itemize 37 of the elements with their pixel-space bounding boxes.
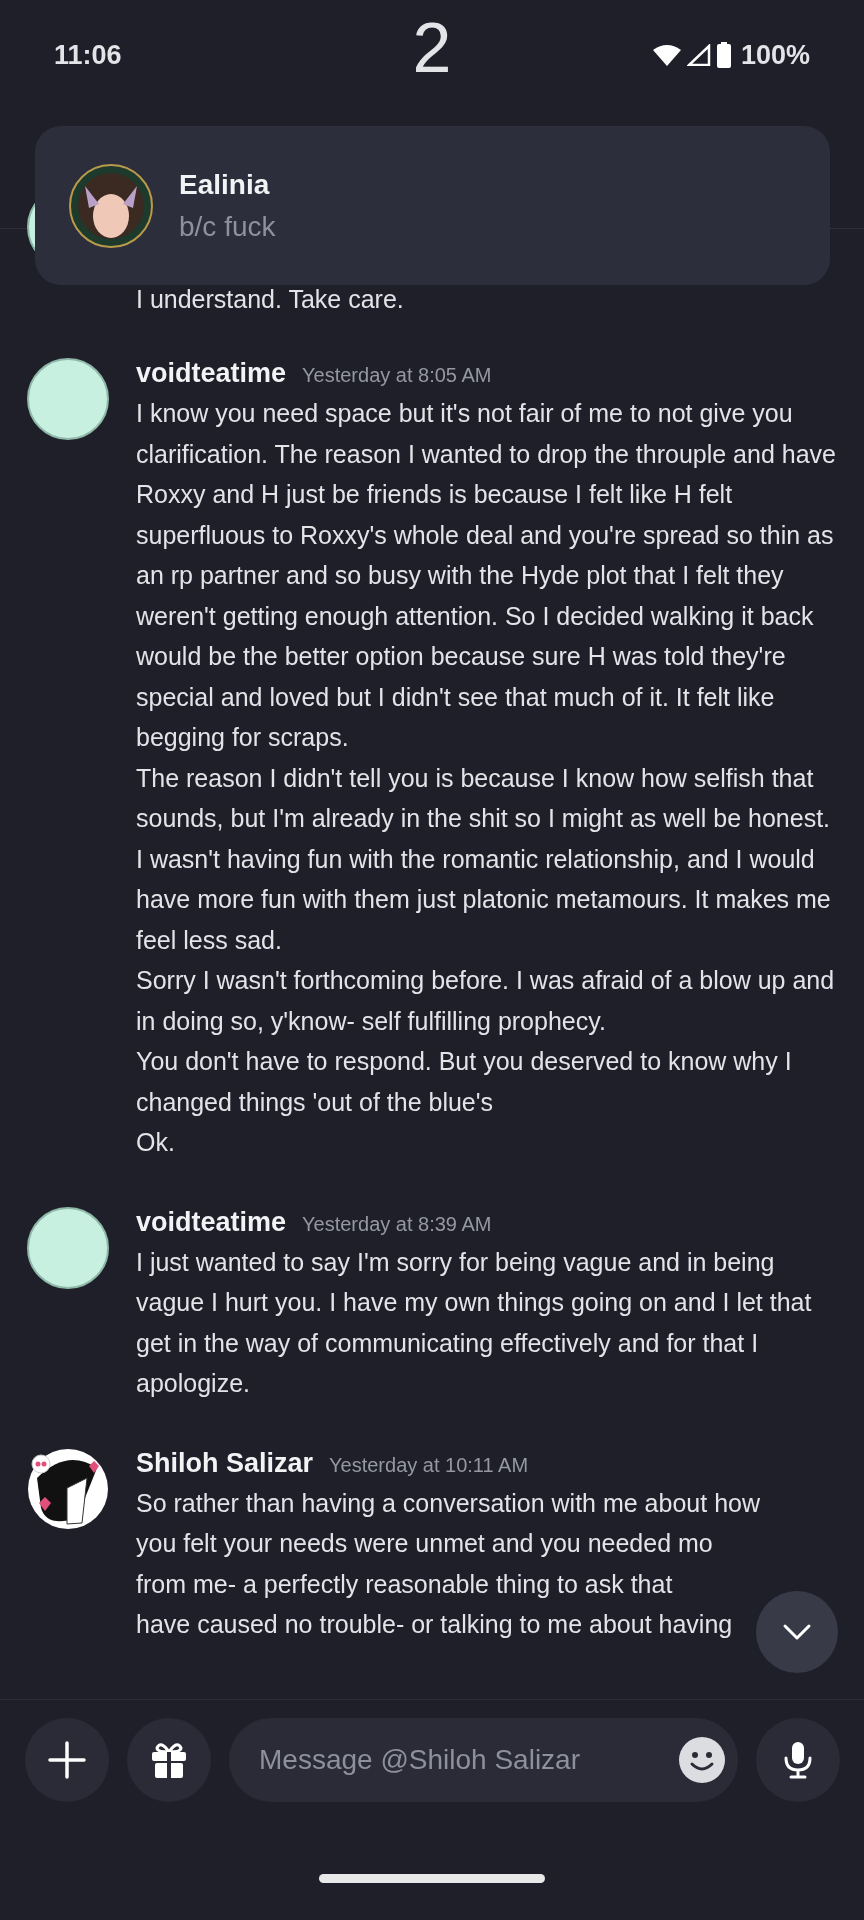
message-text: you felt your needs were unmet and you needed mo (136, 1528, 713, 1559)
message-text: Ok. (136, 1127, 176, 1158)
plus-icon (47, 1740, 87, 1780)
notification-sender: Ealinia (179, 168, 271, 201)
message-field[interactable]: Message @Shiloh Salizar (257, 1743, 678, 1777)
message-text: I wasn't having fun with the romantic relationship, and I would have more fun with them just platonic metamours. It makes me feel less sad. (136, 843, 832, 956)
author-name[interactable]: voidteatime (136, 358, 287, 389)
message-text: Sorry I wasn't forthcoming before. I was afraid of a blow up and in doing so, y'know- self fulfilling prophecy. (136, 965, 836, 1037)
author-name[interactable]: voidteatime (136, 1206, 287, 1238)
message-timestamp: Yesterday at 8:39 AM (302, 1212, 492, 1236)
message-text: I understand. Take care. (136, 284, 405, 314)
notification-text: b/c fuck (179, 210, 276, 243)
author-name[interactable]: Shiloh Salizar (136, 1447, 314, 1479)
avatar-icon[interactable] (27, 1206, 109, 1289)
status-time: 11:06 (54, 39, 122, 71)
message-text: I just wanted to say I'm sorry for being vague and in being vague I hurt you. I have my own things going on and I let that get in the way of communicating effectively and for that I apologize. (136, 1246, 813, 1399)
gift-icon (149, 1740, 189, 1780)
battery-icon (716, 42, 731, 68)
message-bar[interactable]: Message @Shiloh Salizar (229, 1718, 738, 1802)
avatar-icon[interactable] (27, 358, 109, 440)
wifi-icon (652, 44, 681, 66)
chevron-down-icon (782, 1623, 812, 1641)
emoji-icon[interactable] (678, 1736, 726, 1784)
avatar-icon[interactable] (27, 1447, 109, 1530)
message-text: have caused no trouble- or talking to me about having (136, 1609, 733, 1640)
message-text: from me- a perfectly reasonable thing to ask that (136, 1568, 673, 1600)
message-timestamp: Yesterday at 8:05 AM (302, 364, 492, 387)
message-timestamp: Yesterday at 10:11 AM (329, 1453, 529, 1477)
avatar-icon (69, 163, 153, 248)
notification-count: 2 (412, 8, 452, 88)
message-text: So rather than having a conversation with me about how (136, 1487, 760, 1519)
message-text: You don't have to respond. But you deserved to know why I changed things 'out of the blue's (136, 1046, 793, 1118)
notification-card[interactable]: Ealinia b/c fuck (35, 126, 830, 285)
battery-percent: 100% (740, 39, 810, 71)
message-text: The reason I didn't tell you is because I know how selfish that sounds, but I'm already in the shit so I might as well be honest. (136, 762, 832, 834)
message-text: I know you need space but it's not fair of me to not give you clarification. The reason I wanted to drop the throuple and have Roxxy and H just be friends is because I felt like H felt superfluous to Roxxy's whole deal and you're spread so thin as an rp partner and so busy with the Hyde plot that I felt they weren't getting enough attention. So I decided walking it back would be the better option because sure H was told they're special and loved but I didn't see that much of it. It felt like begging for scraps. (136, 398, 837, 753)
signal-icon (686, 44, 711, 66)
